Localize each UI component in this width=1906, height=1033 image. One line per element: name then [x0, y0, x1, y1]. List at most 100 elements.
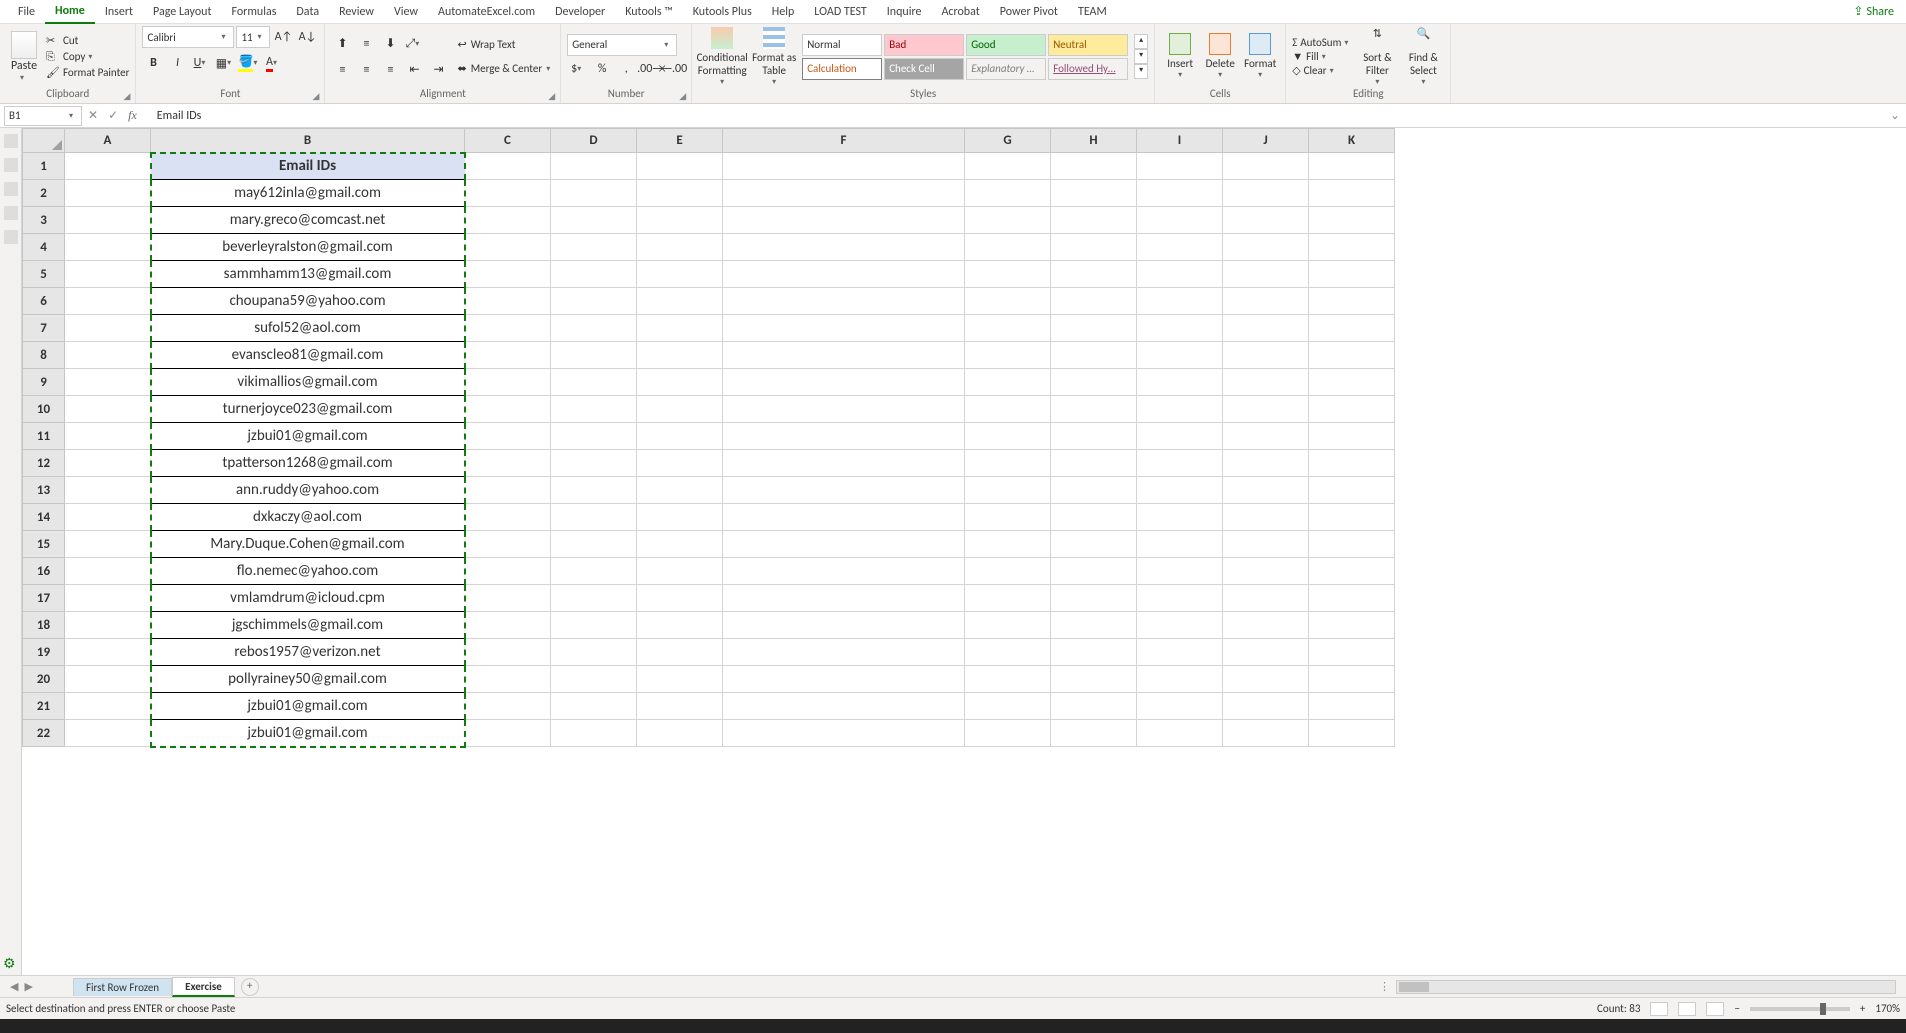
cell[interactable]: [1309, 261, 1395, 288]
style-bad[interactable]: Bad: [884, 34, 964, 56]
cell[interactable]: [1309, 234, 1395, 261]
cell[interactable]: [965, 504, 1051, 531]
cell[interactable]: [1051, 207, 1137, 234]
cell[interactable]: [465, 558, 551, 585]
cell[interactable]: [723, 396, 965, 423]
cell[interactable]: choupana59@yahoo.com: [151, 288, 465, 315]
align-left-button[interactable]: ≡: [331, 59, 353, 81]
cell[interactable]: [637, 639, 723, 666]
cell[interactable]: [551, 450, 637, 477]
cell[interactable]: [1051, 720, 1137, 747]
row-header[interactable]: 4: [23, 234, 65, 261]
row-header[interactable]: 6: [23, 288, 65, 315]
style-followed-hyperlink[interactable]: Followed Hy…: [1048, 58, 1128, 80]
cell[interactable]: [65, 423, 151, 450]
row-header[interactable]: 19: [23, 639, 65, 666]
cell[interactable]: [1309, 477, 1395, 504]
cell[interactable]: [65, 450, 151, 477]
cell[interactable]: [65, 477, 151, 504]
cell[interactable]: [465, 639, 551, 666]
clear-button[interactable]: ◇Clear▾: [1292, 64, 1352, 77]
cell[interactable]: [1137, 477, 1223, 504]
cell[interactable]: [965, 180, 1051, 207]
cell[interactable]: [551, 639, 637, 666]
tab-data[interactable]: Data: [286, 1, 329, 23]
cell[interactable]: [551, 234, 637, 261]
tab-kutools[interactable]: Kutools ™: [615, 1, 683, 23]
cell[interactable]: [551, 342, 637, 369]
formula-input[interactable]: Email IDs: [151, 109, 1890, 123]
fx-icon[interactable]: fx: [128, 108, 137, 123]
cell[interactable]: [965, 693, 1051, 720]
zoom-level[interactable]: 170%: [1875, 1002, 1900, 1015]
cell[interactable]: [1223, 612, 1309, 639]
cell[interactable]: [1051, 531, 1137, 558]
cell[interactable]: [1051, 450, 1137, 477]
comma-button[interactable]: ,: [615, 58, 637, 80]
cell[interactable]: [1051, 315, 1137, 342]
cell[interactable]: mary.greco@comcast.net: [151, 207, 465, 234]
cell[interactable]: [723, 558, 965, 585]
cell[interactable]: [1223, 396, 1309, 423]
fill-button[interactable]: ▼Fill▾: [1292, 50, 1352, 63]
select-all-corner[interactable]: [23, 129, 65, 153]
style-good[interactable]: Good: [966, 34, 1046, 56]
cell[interactable]: [965, 423, 1051, 450]
row-header[interactable]: 2: [23, 180, 65, 207]
row-header[interactable]: 8: [23, 342, 65, 369]
cell[interactable]: [1051, 639, 1137, 666]
col-header[interactable]: F: [723, 129, 965, 153]
row-header[interactable]: 5: [23, 261, 65, 288]
strip-icon[interactable]: [4, 158, 18, 172]
cell[interactable]: evanscleo81@gmail.com: [151, 342, 465, 369]
currency-button[interactable]: $▾: [567, 58, 589, 80]
cell[interactable]: [723, 261, 965, 288]
cell[interactable]: [723, 315, 965, 342]
cell[interactable]: [551, 396, 637, 423]
cell[interactable]: [723, 612, 965, 639]
cell[interactable]: [551, 423, 637, 450]
col-header[interactable]: D: [551, 129, 637, 153]
cell[interactable]: [637, 288, 723, 315]
cell[interactable]: beverleyralston@gmail.com: [151, 234, 465, 261]
cell[interactable]: [1137, 612, 1223, 639]
cell[interactable]: [1223, 693, 1309, 720]
cell[interactable]: [465, 396, 551, 423]
expand-formula-bar[interactable]: ⌄: [1890, 108, 1900, 123]
tab-file[interactable]: File: [8, 1, 45, 23]
cell[interactable]: [65, 288, 151, 315]
zoom-slider[interactable]: [1750, 1007, 1850, 1011]
cell[interactable]: [1223, 234, 1309, 261]
add-sheet-button[interactable]: +: [241, 978, 259, 996]
style-check-cell[interactable]: Check Cell: [884, 58, 964, 80]
cell[interactable]: [1137, 261, 1223, 288]
cell[interactable]: tpatterson1268@gmail.com: [151, 450, 465, 477]
cell[interactable]: [723, 207, 965, 234]
tab-automateexcel[interactable]: AutomateExcel.com: [428, 1, 545, 23]
cell[interactable]: [637, 531, 723, 558]
cell[interactable]: [965, 261, 1051, 288]
row-header[interactable]: 14: [23, 504, 65, 531]
col-header[interactable]: G: [965, 129, 1051, 153]
cell[interactable]: [723, 477, 965, 504]
cell[interactable]: [723, 234, 965, 261]
cell[interactable]: [1223, 315, 1309, 342]
cell[interactable]: [965, 288, 1051, 315]
cell[interactable]: [1051, 585, 1137, 612]
cell[interactable]: [465, 504, 551, 531]
delete-cells-button[interactable]: Delete▾: [1201, 33, 1239, 80]
cell[interactable]: [1223, 531, 1309, 558]
cell[interactable]: [551, 180, 637, 207]
cell[interactable]: [1137, 396, 1223, 423]
sort-filter-button[interactable]: ⇅Sort & Filter▾: [1356, 27, 1398, 87]
cell[interactable]: [1309, 369, 1395, 396]
cell[interactable]: [1137, 585, 1223, 612]
cell[interactable]: [723, 693, 965, 720]
cell[interactable]: [551, 720, 637, 747]
alignment-launcher[interactable]: ◢: [548, 91, 558, 101]
horizontal-scrollbar[interactable]: [1396, 980, 1896, 994]
cell[interactable]: [465, 342, 551, 369]
number-format-combo[interactable]: General▾: [567, 34, 677, 56]
cell[interactable]: [637, 666, 723, 693]
cell[interactable]: [551, 504, 637, 531]
